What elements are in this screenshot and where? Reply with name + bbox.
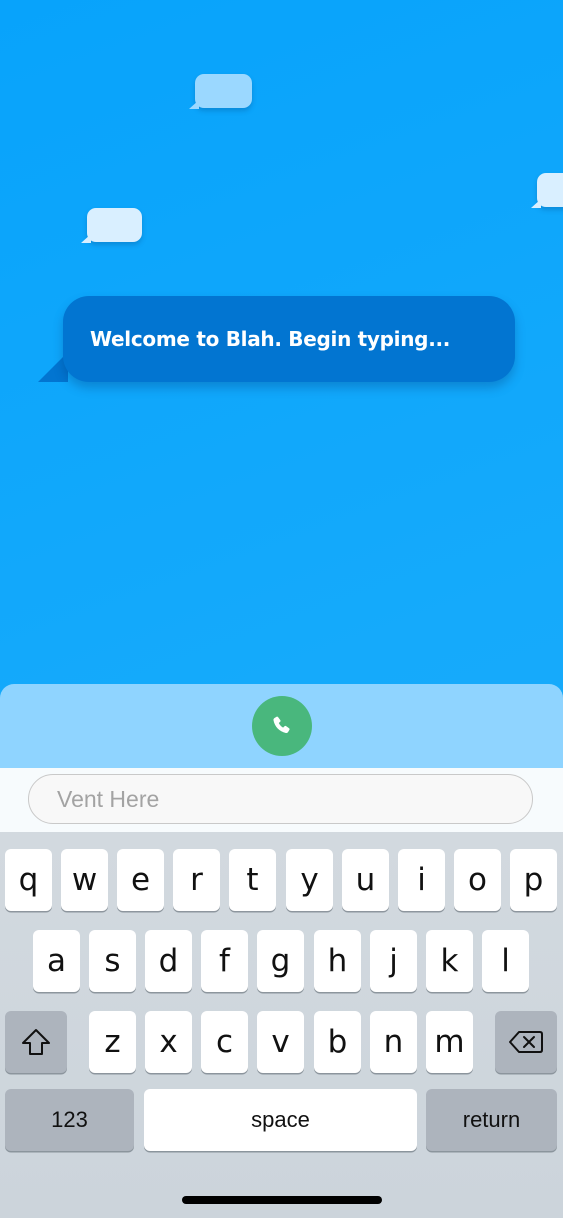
phone-icon <box>273 716 290 734</box>
key-w[interactable]: w <box>61 849 108 911</box>
decorative-chat-bubble <box>189 74 252 109</box>
key-l[interactable]: l <box>482 930 529 992</box>
vent-input[interactable] <box>28 774 533 824</box>
key-s[interactable]: s <box>89 930 136 992</box>
key-p[interactable]: p <box>510 849 557 911</box>
return-key[interactable]: return <box>426 1089 557 1151</box>
key-i[interactable]: i <box>398 849 445 911</box>
space-key[interactable]: space <box>144 1089 417 1151</box>
numbers-key[interactable]: 123 <box>5 1089 134 1151</box>
key-c[interactable]: c <box>201 1011 248 1073</box>
key-d[interactable]: d <box>145 930 192 992</box>
key-z[interactable]: z <box>89 1011 136 1073</box>
shift-icon <box>22 1029 50 1055</box>
welcome-message-bubble: Welcome to Blah. Begin typing... <box>63 296 515 382</box>
key-b[interactable]: b <box>314 1011 361 1073</box>
home-indicator <box>182 1196 382 1204</box>
decorative-chat-bubble <box>81 208 142 243</box>
composer-bar <box>0 768 563 832</box>
shift-key[interactable] <box>5 1011 67 1073</box>
key-f[interactable]: f <box>201 930 248 992</box>
key-t[interactable]: t <box>229 849 276 911</box>
key-g[interactable]: g <box>257 930 304 992</box>
call-button[interactable] <box>252 696 312 756</box>
keyboard: q w e r t y u i o p a s d f g h j k l z … <box>0 832 563 1218</box>
call-panel <box>0 684 563 768</box>
backspace-key[interactable] <box>495 1011 557 1073</box>
decorative-chat-bubble <box>531 173 563 208</box>
key-j[interactable]: j <box>370 930 417 992</box>
key-y[interactable]: y <box>286 849 333 911</box>
backspace-icon <box>509 1031 543 1053</box>
key-n[interactable]: n <box>370 1011 417 1073</box>
key-o[interactable]: o <box>454 849 501 911</box>
key-x[interactable]: x <box>145 1011 192 1073</box>
key-k[interactable]: k <box>426 930 473 992</box>
key-h[interactable]: h <box>314 930 361 992</box>
key-r[interactable]: r <box>173 849 220 911</box>
key-a[interactable]: a <box>33 930 80 992</box>
key-u[interactable]: u <box>342 849 389 911</box>
key-v[interactable]: v <box>257 1011 304 1073</box>
key-m[interactable]: m <box>426 1011 473 1073</box>
key-q[interactable]: q <box>5 849 52 911</box>
welcome-message-text: Welcome to Blah. Begin typing... <box>90 327 451 351</box>
key-e[interactable]: e <box>117 849 164 911</box>
